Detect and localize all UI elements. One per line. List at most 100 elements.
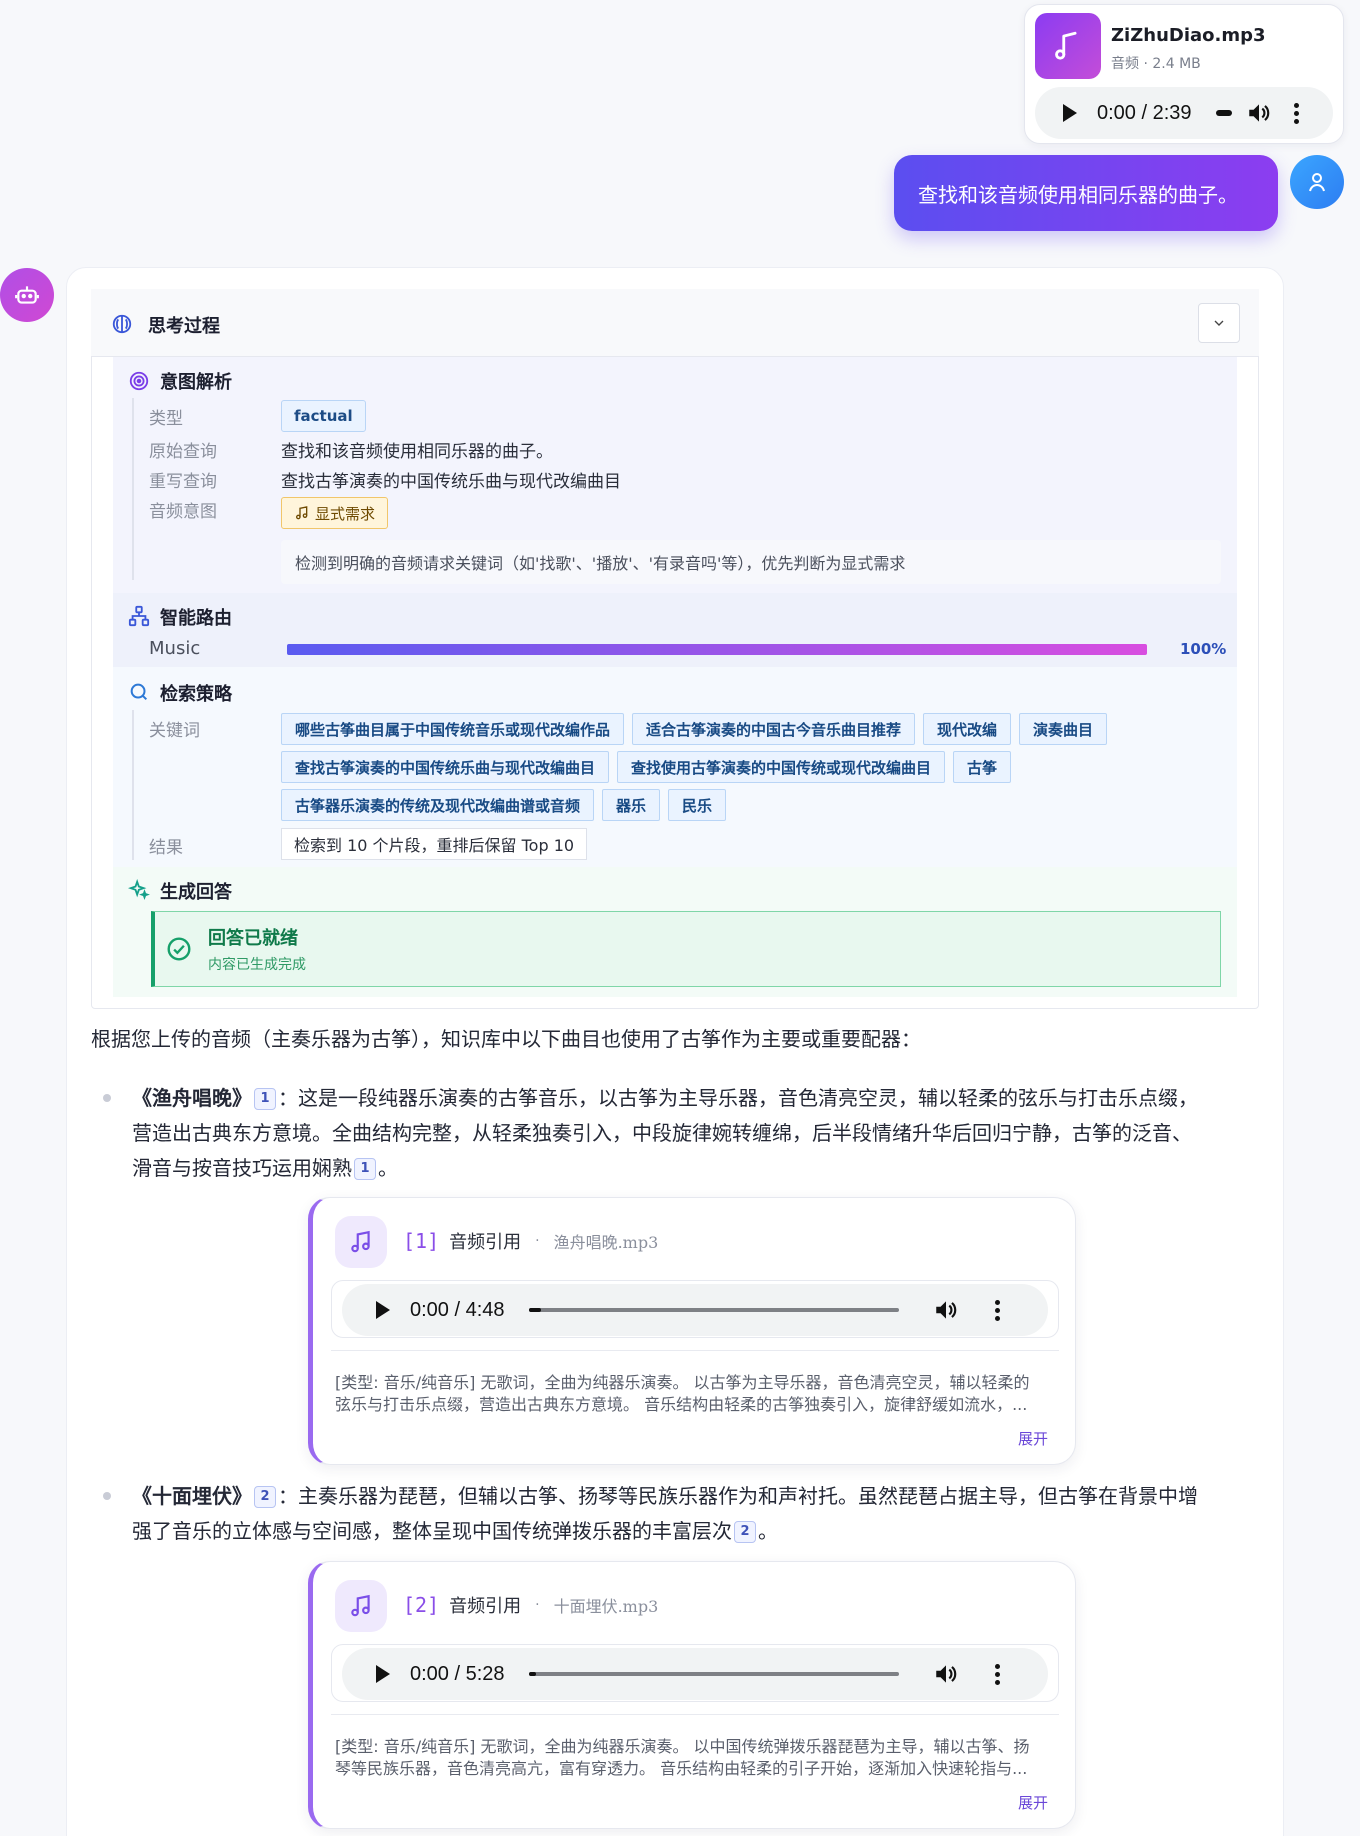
- citation-description: [类型: 音乐/纯音乐] 无歌词，全曲为纯器乐演奏。 以古筝为主导乐器，音色清亮…: [335, 1372, 1065, 1416]
- citation-number: [2]: [403, 1593, 440, 1617]
- more-options-icon[interactable]: [994, 1663, 1000, 1685]
- route-progress-fill: [287, 644, 1147, 655]
- upload-meta: 音频 · 2.4 MB: [1111, 56, 1201, 72]
- item-text: ：主奏乐器为琵琶，但辅以古筝、扬琴等民族乐器作为和声衬托。虽然琵琶占据主导，但古…: [278, 1484, 1198, 1508]
- keyword-tag: 演奏曲目: [1019, 713, 1108, 745]
- sparkle-icon: [127, 878, 150, 905]
- volume-icon[interactable]: [933, 1297, 959, 1323]
- keyword-tag: 适合古筝演奏的中国古今音乐曲目推荐: [632, 713, 916, 745]
- network-icon: [128, 605, 150, 631]
- citation-description: [类型: 音乐/纯音乐] 无歌词，全曲为纯器乐演奏。 以中国传统弹拨乐器琵琶为主…: [335, 1736, 1065, 1780]
- audio-intent-label: 音频意图: [149, 502, 217, 522]
- routing-title: 智能路由: [160, 608, 232, 629]
- play-icon[interactable]: [1063, 104, 1077, 122]
- citation-audio-player[interactable]: 0:00 / 4:48: [342, 1284, 1048, 1336]
- keywords-label: 关键词: [149, 721, 200, 741]
- play-icon[interactable]: [376, 1301, 390, 1319]
- citation-header: [1] 音频引用 · 渔舟唱晚.mp3: [403, 1228, 658, 1254]
- music-note-icon: [335, 1216, 387, 1268]
- citation-label: 音频引用: [449, 1596, 522, 1617]
- list-bullet: [103, 1094, 111, 1102]
- upload-filename: ZiZhuDiao.mp3: [1111, 25, 1266, 46]
- audio-citation-card-2: [2] 音频引用 · 十面埋伏.mp3 0:00 / 5:28 [类型: 音乐/…: [308, 1561, 1076, 1829]
- item-text: 滑音与按音技巧运用娴熟: [132, 1156, 352, 1180]
- type-tag: factual: [281, 400, 366, 432]
- intent-title: 意图解析: [160, 372, 232, 393]
- music-note-icon: [296, 506, 308, 520]
- citation-audio-player[interactable]: 0:00 / 5:28: [342, 1648, 1048, 1700]
- orig-query-label: 原始查询: [149, 442, 217, 462]
- citation-badge[interactable]: 1: [354, 1157, 376, 1180]
- audio-intent-value: 显式需求: [315, 504, 376, 523]
- audio-intent-tag: 显式需求: [281, 497, 389, 529]
- divider: [331, 1350, 1059, 1351]
- volume-slider[interactable]: [1215, 110, 1232, 116]
- chevron-down-icon: [1214, 320, 1224, 326]
- keyword-tag: 哪些古筝曲目属于中国传统音乐或现代改编作品: [281, 713, 625, 745]
- audio-citation-card-1: [1] 音频引用 · 渔舟唱晚.mp3 0:00 / 4:48 [类型: 音乐/…: [308, 1197, 1076, 1465]
- collapse-button[interactable]: [1198, 303, 1240, 343]
- item-text-end: 。: [378, 1156, 398, 1180]
- intent-divider: [132, 398, 134, 580]
- citation-badge[interactable]: 2: [734, 1520, 756, 1543]
- ready-status-title: 回答已就绪: [208, 928, 298, 949]
- thinking-title: 思考过程: [148, 316, 220, 337]
- citation-badge[interactable]: 2: [254, 1485, 276, 1508]
- more-options-icon[interactable]: [1293, 102, 1299, 124]
- search-divider: [132, 710, 134, 860]
- user-message-bubble: 查找和该音频使用相同乐器的曲子。: [894, 155, 1278, 231]
- player-frame: 0:00 / 5:28: [331, 1644, 1059, 1702]
- brain-icon: [111, 313, 133, 339]
- seek-bar[interactable]: [528, 1308, 899, 1312]
- upload-audio-player[interactable]: 0:00 / 2:39: [1035, 87, 1333, 139]
- route-name: Music: [149, 638, 201, 659]
- volume-icon[interactable]: [1246, 100, 1272, 126]
- keyword-tag: 古筝: [953, 751, 1012, 783]
- routing-step: [113, 593, 1237, 667]
- citation-separator: ·: [535, 1597, 540, 1613]
- uploaded-audio-card: ZiZhuDiao.mp3 音频 · 2.4 MB 0:00 / 2:39: [1024, 4, 1344, 144]
- play-icon[interactable]: [376, 1665, 390, 1683]
- desc-line: 弦乐与打击乐点缀，营造出古典东方意境。 音乐结构由轻柔的古筝独奏引入，旋律舒缓如…: [335, 1395, 1028, 1414]
- item-title: 《十面埋伏》: [132, 1484, 252, 1508]
- item-text-end: 。: [758, 1519, 778, 1543]
- citation-badge[interactable]: 1: [254, 1087, 276, 1110]
- player-frame: 0:00 / 4:48: [331, 1280, 1059, 1338]
- list-bullet: [103, 1492, 111, 1500]
- keyword-tag: 器乐: [602, 789, 661, 821]
- expand-link[interactable]: 展开: [1018, 1792, 1048, 1813]
- player-time: 0:00 / 2:39: [1097, 101, 1192, 124]
- search-title: 检索策略: [160, 684, 232, 705]
- keyword-tag: 民乐: [668, 789, 727, 821]
- rewrite-query-label: 重写查询: [149, 472, 217, 492]
- intent-note-box: 检测到明确的音频请求关键词（如'找歌'、'播放'、'有录音吗'等），优先判断为显…: [281, 540, 1221, 584]
- expand-link[interactable]: 展开: [1018, 1428, 1048, 1449]
- player-time: 0:00 / 5:28: [410, 1662, 505, 1685]
- citation-header: [2] 音频引用 · 十面埋伏.mp3: [403, 1592, 658, 1618]
- item-text: ：这是一段纯器乐演奏的古筝音乐，以古筝为主导乐器，音色清亮空灵，辅以轻柔的弦乐与…: [278, 1086, 1198, 1110]
- desc-line: 琴等民族乐器，音色清亮高亢，富有穿透力。 音乐结构由轻柔的引子开始，逐渐加入快速…: [335, 1759, 1028, 1778]
- route-progress-track: [287, 644, 1147, 655]
- more-options-icon[interactable]: [994, 1299, 1000, 1321]
- divider: [331, 1714, 1059, 1715]
- seek-bar[interactable]: [528, 1672, 899, 1676]
- keywords-list: 哪些古筝曲目属于中国传统音乐或现代改编作品 适合古筝演奏的中国古今音乐曲目推荐 …: [281, 713, 1241, 821]
- desc-line: [类型: 音乐/纯音乐] 无歌词，全曲为纯器乐演奏。 以古筝为主导乐器，音色清亮…: [335, 1373, 1030, 1392]
- check-circle-icon: [166, 936, 192, 966]
- thinking-header[interactable]: [91, 289, 1259, 357]
- route-percent: 100%: [1180, 640, 1227, 658]
- player-time: 0:00 / 4:48: [410, 1298, 505, 1321]
- citation-label: 音频引用: [449, 1232, 522, 1253]
- result-label: 结果: [149, 838, 183, 858]
- citation-number: [1]: [403, 1229, 440, 1253]
- citation-filename: 渔舟唱晚.mp3: [553, 1233, 659, 1252]
- answer-intro: 根据您上传的音频（主奏乐器为古筝），知识库中以下曲目也使用了古筝作为主要或重要配…: [91, 1027, 921, 1051]
- item-text: 营造出古典东方意境。全曲结构完整，从轻柔独奏引入，中段旋律婉转缠绵，后半段情绪升…: [132, 1121, 1192, 1145]
- music-note-icon: [335, 1580, 387, 1632]
- volume-icon[interactable]: [933, 1661, 959, 1687]
- item-title: 《渔舟唱晚》: [132, 1086, 252, 1110]
- user-icon: [1290, 155, 1344, 209]
- citation-filename: 十面埋伏.mp3: [553, 1597, 659, 1616]
- seek-progress: [528, 1308, 542, 1312]
- music-note-icon: [1035, 13, 1101, 79]
